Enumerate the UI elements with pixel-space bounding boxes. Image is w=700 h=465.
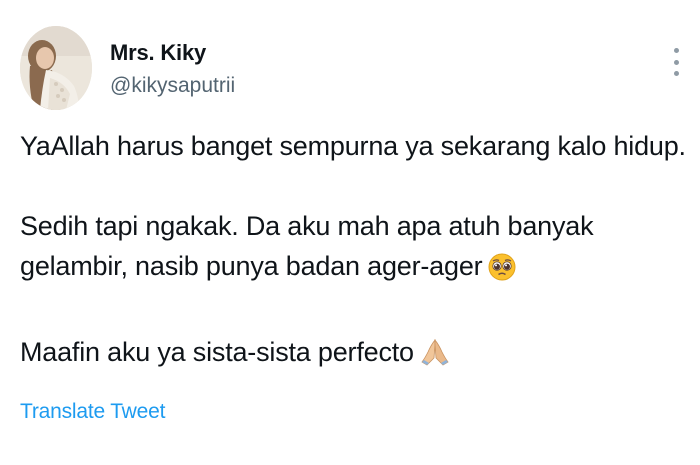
translate-tweet-link[interactable]: Translate Tweet bbox=[20, 400, 165, 424]
tweet-card: Mrs. Kiky @kikysaputrii YaAllah harus ba… bbox=[0, 0, 700, 465]
folded-hands-icon bbox=[420, 337, 450, 378]
tweet-line: Maafin aku ya sista-sista perfecto bbox=[20, 332, 690, 378]
display-name[interactable]: Mrs. Kiky bbox=[110, 40, 206, 66]
more-dot bbox=[673, 59, 679, 65]
avatar[interactable] bbox=[20, 26, 92, 110]
avatar-photo bbox=[20, 26, 92, 110]
pleading-face-icon bbox=[488, 252, 516, 292]
tweet-line: gelambir, nasib punya badan ager-ager bbox=[20, 246, 690, 292]
user-handle[interactable]: @kikysaputrii bbox=[110, 74, 235, 98]
tweet-line: YaAllah harus banget sempurna ya sekaran… bbox=[20, 131, 686, 161]
tweet-line-text: Maafin aku ya sista-sista perfecto bbox=[20, 337, 414, 367]
tweet-line: Sedih tapi ngakak. Da aku mah apa atuh b… bbox=[20, 211, 594, 241]
more-dot bbox=[673, 71, 679, 76]
tweet-text: YaAllah harus banget sempurna ya sekaran… bbox=[20, 126, 690, 378]
more-dot bbox=[673, 48, 679, 53]
more-vertical-icon[interactable] bbox=[664, 44, 688, 80]
tweet-line-text: gelambir, nasib punya badan ager-ager bbox=[20, 251, 483, 281]
